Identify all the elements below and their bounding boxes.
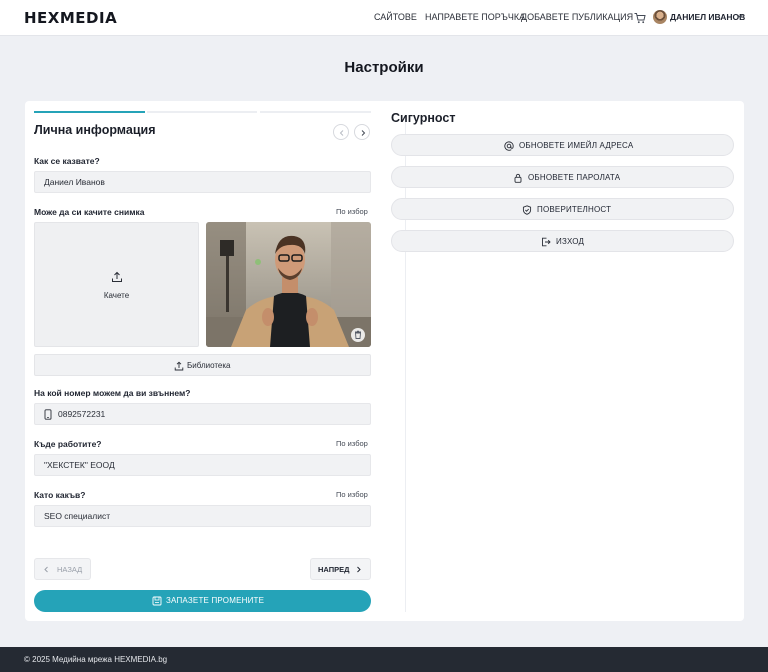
privacy-label: ПОВЕРИТЕЛНОСТ	[537, 205, 612, 214]
trash-icon	[355, 330, 361, 339]
nav-sites[interactable]: САЙТОВЕ	[374, 12, 417, 22]
library-label: Библиотека	[187, 361, 231, 370]
chevron-left-icon	[44, 566, 48, 573]
next-step-circle-button[interactable]	[354, 124, 370, 140]
upload-icon	[112, 271, 122, 282]
chevron-down-icon[interactable]	[736, 12, 744, 20]
logout-label: ИЗХОД	[556, 237, 585, 246]
phone-label: На кой номер можем да ви звъннем?	[34, 388, 191, 398]
nav-order[interactable]: НАПРАВЕТЕ ПОРЪЧКА	[425, 12, 525, 22]
settings-card: Лична информация Как се казвате? Даниел …	[25, 101, 744, 621]
role-optional-label: По избор	[336, 490, 368, 499]
profile-photo-image	[206, 222, 371, 347]
top-header: HEXMEDIA САЙТОВЕ НАПРАВЕТЕ ПОРЪЧКА ДОБАВ…	[0, 0, 768, 36]
at-icon	[504, 141, 514, 151]
upload-label: Качете	[103, 291, 130, 300]
security-title: Сигурност	[391, 111, 456, 125]
nav-add-publication[interactable]: ДОБАВЕТЕ ПУБЛИКАЦИЯ	[521, 12, 633, 22]
shield-icon	[522, 205, 532, 215]
phone-value: 0892572231	[58, 409, 106, 419]
save-icon	[152, 596, 162, 606]
work-optional-label: По избор	[336, 439, 368, 448]
avatar[interactable]	[653, 10, 667, 24]
logo[interactable]: HEXMEDIA	[24, 9, 117, 27]
update-password-label: ОБНОВЕТЕ ПАРОЛАТА	[528, 173, 621, 182]
update-email-button[interactable]: ОБНОВЕТЕ ИМЕЙЛ АДРЕСА	[391, 134, 734, 156]
footer-copyright: © 2025 Медийна мрежа HEXMEDIA.bg	[24, 655, 168, 664]
prev-step-button[interactable]	[333, 124, 349, 140]
save-label: ЗАПАЗЕТЕ ПРОМЕНИТЕ	[166, 596, 265, 605]
logout-icon	[542, 237, 551, 247]
role-label: Като какъв?	[34, 490, 86, 500]
lock-icon	[514, 173, 522, 183]
profile-photo	[206, 222, 371, 347]
step-indicator-active	[34, 111, 145, 113]
delete-photo-button[interactable]	[351, 328, 365, 342]
page-title: Настройки	[344, 59, 424, 76]
step-indicator	[147, 111, 257, 113]
logout-button[interactable]: ИЗХОД	[391, 230, 734, 252]
phone-field[interactable]: 0892572231	[34, 403, 371, 425]
cart-icon[interactable]	[634, 12, 646, 24]
user-menu-name[interactable]: ДАНИЕЛ ИВАНОВ	[670, 12, 745, 22]
chevron-right-icon	[357, 566, 361, 573]
chevron-right-icon	[361, 130, 366, 136]
library-button[interactable]: Библиотека	[34, 354, 371, 376]
privacy-button[interactable]: ПОВЕРИТЕЛНОСТ	[391, 198, 734, 220]
photo-optional-label: По избор	[336, 207, 368, 216]
personal-info-title: Лична информация	[34, 123, 156, 137]
back-button[interactable]: НАЗАД	[34, 558, 91, 580]
role-field[interactable]: SEO специалист	[34, 505, 371, 527]
chevron-left-icon	[339, 130, 344, 136]
next-label: НАПРЕД	[318, 565, 350, 574]
phone-icon	[44, 409, 52, 420]
name-label: Как се казвате?	[34, 156, 100, 166]
name-field[interactable]: Даниел Иванов	[34, 171, 371, 193]
upload-dropzone[interactable]: Качете	[34, 222, 199, 347]
photo-label: Може да си качите снимка	[34, 207, 145, 217]
step-indicator	[260, 111, 371, 113]
back-label: НАЗАД	[57, 565, 83, 574]
update-password-button[interactable]: ОБНОВЕТЕ ПАРОЛАТА	[391, 166, 734, 188]
next-button[interactable]: НАПРЕД	[310, 558, 371, 580]
update-email-label: ОБНОВЕТЕ ИМЕЙЛ АДРЕСА	[519, 141, 634, 150]
upload-icon	[174, 361, 184, 371]
work-label: Къде работите?	[34, 439, 102, 449]
save-changes-button[interactable]: ЗАПАЗЕТЕ ПРОМЕНИТЕ	[34, 590, 371, 612]
company-field[interactable]: "ХЕКСТЕК" ЕООД	[34, 454, 371, 476]
footer: © 2025 Медийна мрежа HEXMEDIA.bg	[0, 647, 768, 672]
column-divider	[405, 115, 406, 612]
